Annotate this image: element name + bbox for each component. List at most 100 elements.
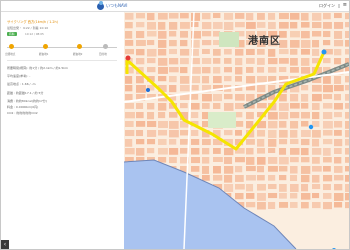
city-block — [180, 58, 189, 65]
city-block — [312, 202, 321, 209]
city-block — [213, 175, 223, 181]
city-block — [290, 166, 298, 174]
city-block — [279, 148, 287, 155]
city-block — [213, 58, 221, 64]
route-panel: サイクリング 西方(1km/h / 1.2h) 最短出発・ 9:22 / 到着 … — [1, 12, 123, 249]
city-block — [235, 13, 245, 19]
city-block — [268, 49, 276, 57]
map-canvas[interactable] — [124, 12, 349, 249]
city-block — [301, 193, 311, 200]
login-link[interactable]: ログイン — [319, 3, 335, 9]
city-block — [345, 85, 349, 91]
city-block — [224, 184, 234, 192]
city-block — [312, 139, 320, 147]
district-label: 港南区 — [248, 36, 281, 47]
city-block — [334, 139, 343, 147]
city-block — [136, 121, 146, 127]
city-block — [345, 103, 349, 109]
city-block — [180, 130, 189, 136]
city-block — [312, 13, 322, 21]
city-block — [257, 49, 265, 55]
city-block — [169, 40, 177, 47]
city-block — [147, 130, 157, 137]
city-block — [290, 112, 300, 119]
map-view[interactable]: 港南区 — [124, 12, 349, 249]
city-block — [158, 112, 166, 119]
city-block — [158, 130, 168, 136]
city-block — [147, 40, 155, 46]
city-block — [246, 148, 254, 155]
city-block — [301, 121, 309, 127]
logo[interactable]: いつもNAVI — [97, 1, 127, 10]
city-block — [323, 40, 331, 46]
city-block — [290, 202, 298, 208]
city-block — [136, 22, 145, 28]
route-step-dot[interactable] — [103, 44, 108, 49]
city-block — [169, 22, 178, 30]
city-block — [224, 58, 232, 64]
route-step-dot[interactable] — [43, 44, 48, 49]
collapse-panel-button[interactable]: ‹ — [1, 240, 9, 249]
city-block — [136, 139, 145, 145]
route-step-dot[interactable] — [9, 44, 14, 49]
city-block — [279, 175, 287, 181]
city-block — [290, 139, 299, 145]
city-block — [213, 67, 221, 74]
city-block — [323, 76, 331, 84]
city-block — [246, 175, 256, 181]
city-block — [323, 139, 333, 145]
city-block — [235, 22, 245, 28]
city-block — [345, 22, 349, 28]
city-block — [147, 139, 156, 145]
city-block — [125, 13, 134, 20]
city-block — [191, 130, 199, 136]
city-block — [202, 94, 212, 102]
city-block — [279, 139, 288, 145]
city-block — [290, 130, 298, 138]
city-block — [180, 13, 189, 19]
city-block — [224, 22, 234, 30]
city-block — [290, 13, 300, 20]
city-block — [125, 94, 133, 101]
city-block — [301, 148, 309, 156]
top-header: いつもNAVI ▯ ログイン ≡ — [1, 1, 349, 12]
route-info-line: 消費 : 約約80kcal(約約17分) — [7, 99, 47, 103]
city-block — [345, 157, 349, 163]
city-block — [345, 148, 349, 155]
goal-marker-icon — [321, 49, 327, 55]
city-block — [246, 112, 254, 120]
status-badge: 有料 — [7, 32, 17, 36]
door-icon[interactable]: ▯ — [338, 3, 341, 8]
city-block — [180, 139, 188, 145]
city-block — [279, 112, 289, 120]
city-block — [345, 112, 349, 119]
route-step-dot[interactable] — [77, 44, 82, 49]
city-block — [169, 112, 178, 118]
city-block — [323, 157, 332, 163]
chevron-left-icon: ‹ — [3, 241, 7, 248]
city-block — [125, 40, 134, 46]
city-block — [158, 58, 168, 66]
city-block — [191, 85, 199, 91]
city-block — [246, 49, 255, 56]
city-block — [147, 121, 157, 128]
city-block — [301, 58, 310, 66]
hamburger-icon[interactable]: ≡ — [343, 3, 347, 8]
city-block — [323, 103, 333, 109]
city-block — [301, 139, 310, 146]
city-block — [345, 130, 349, 138]
city-block — [345, 13, 349, 20]
city-block — [323, 130, 333, 136]
city-block — [323, 175, 333, 182]
city-block — [213, 148, 221, 154]
city-block — [268, 58, 278, 65]
city-block — [213, 166, 221, 174]
city-block — [147, 112, 155, 120]
city-block — [136, 76, 144, 84]
city-block — [301, 166, 311, 174]
city-block — [202, 58, 212, 64]
city-block — [202, 67, 211, 74]
city-block — [345, 166, 349, 172]
city-block — [158, 148, 168, 155]
city-block — [180, 76, 190, 84]
